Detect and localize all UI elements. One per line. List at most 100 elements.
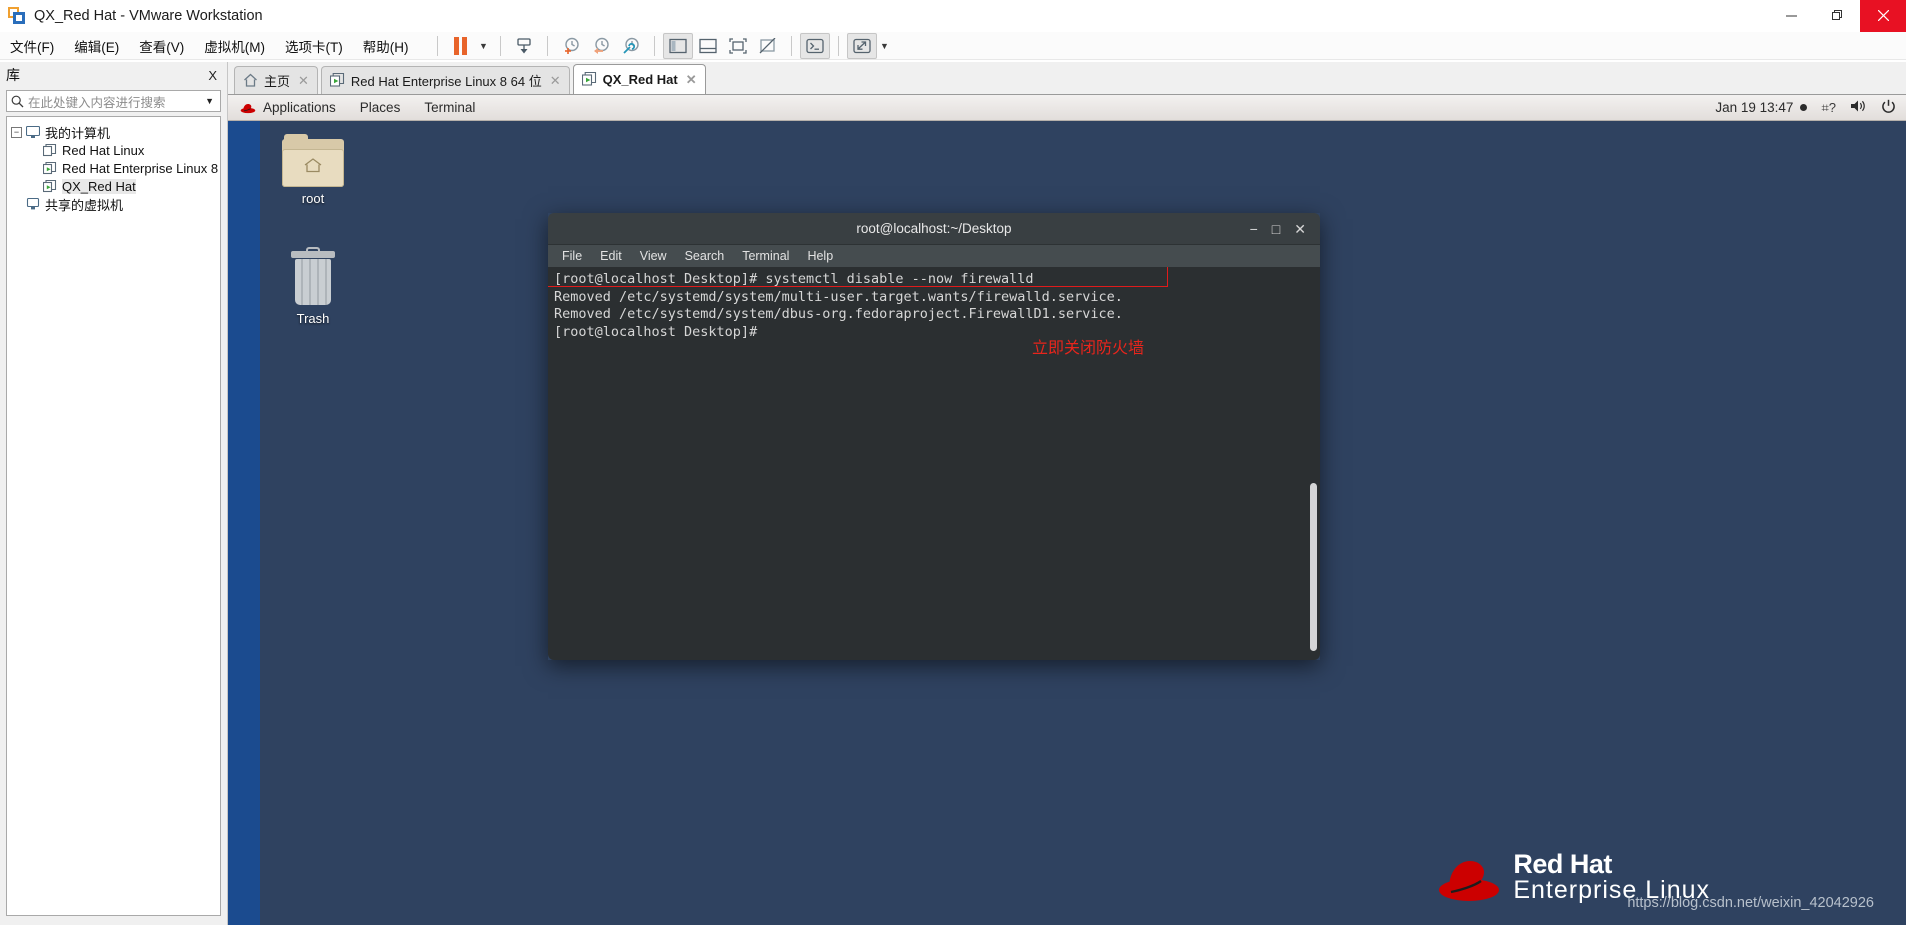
- library-search-box[interactable]: 在此处键入内容进行搜索 ▼: [6, 90, 221, 112]
- fullscreen-dropdown[interactable]: ▼: [877, 33, 893, 59]
- send-ctrl-alt-del-button[interactable]: [509, 33, 539, 59]
- terminal-titlebar[interactable]: root@localhost:~/Desktop − □ ✕: [548, 213, 1320, 245]
- terminal-scrollbar[interactable]: [1310, 483, 1317, 651]
- vm-stopped-icon: [43, 143, 58, 157]
- red-hat-logo-icon: [1437, 857, 1501, 903]
- menu-edit[interactable]: 编辑(E): [64, 33, 129, 59]
- tree-label: Red Hat Enterprise Linux 8: [62, 160, 219, 176]
- menu-vm[interactable]: 虚拟机(M): [194, 33, 275, 59]
- vmware-logo-icon: [8, 7, 25, 24]
- terminal-prompt-icon: [805, 38, 824, 53]
- menu-help[interactable]: 帮助(H): [353, 33, 419, 59]
- terminal-menu-view[interactable]: View: [640, 249, 667, 263]
- terminal-output[interactable]: [root@localhost Desktop]# systemctl disa…: [548, 267, 1320, 660]
- gnome-menu-label: Applications: [263, 100, 336, 115]
- input-method-icon[interactable]: ⌗?: [1821, 100, 1836, 116]
- restore-button[interactable]: [1814, 0, 1860, 32]
- blog-watermark: https://blog.csdn.net/weixin_42042926: [1627, 895, 1874, 911]
- terminal-close-button[interactable]: ✕: [1294, 222, 1306, 236]
- terminal-line: Removed /etc/systemd/system/dbus-org.fed…: [554, 306, 1123, 323]
- desktop-icon-trash[interactable]: Trash: [270, 247, 356, 326]
- window-titlebar: QX_Red Hat - VMware Workstation: [0, 0, 1906, 32]
- vm-console[interactable]: Applications Places Terminal Jan 19 13:4…: [228, 95, 1906, 925]
- gnome-terminal-menu[interactable]: Terminal: [412, 95, 487, 121]
- terminal-maximize-button[interactable]: □: [1272, 222, 1280, 236]
- unity-mode-button[interactable]: [799, 32, 830, 59]
- snapshot-manager-icon: [622, 37, 639, 54]
- tab-qx-red-hat[interactable]: QX_Red Hat ✕: [572, 64, 706, 94]
- show-console-view-button[interactable]: [723, 33, 753, 59]
- menu-view[interactable]: 查看(V): [129, 33, 194, 59]
- terminal-window[interactable]: root@localhost:~/Desktop − □ ✕ File Edit…: [548, 213, 1320, 660]
- library-panel: 库 X 在此处键入内容进行搜索 ▼ − 我的计算机 Red Hat Linux …: [0, 62, 228, 925]
- tab-close-icon[interactable]: ✕: [684, 72, 699, 88]
- desktop-surface[interactable]: root Trash root@localhost:~/Desktop − □ …: [260, 121, 1906, 925]
- desktop-left-stripe: [228, 121, 260, 925]
- snapshot-add-icon: [564, 37, 579, 54]
- take-snapshot-button[interactable]: [556, 33, 586, 59]
- snapshot-manager-button[interactable]: [616, 33, 646, 59]
- terminal-menu-search[interactable]: Search: [685, 249, 725, 263]
- expand-arrows-icon: [852, 38, 871, 53]
- tree-item-rhel8[interactable]: Red Hat Enterprise Linux 8: [11, 159, 219, 177]
- search-icon: [11, 95, 24, 107]
- tree-label: QX_Red Hat: [62, 178, 136, 194]
- tab-rhel8-64[interactable]: Red Hat Enterprise Linux 8 64 位 ✕: [320, 66, 570, 94]
- snapshot-revert-icon: [593, 37, 609, 54]
- toolbar-separator: [653, 35, 655, 56]
- gnome-menu-label: Places: [359, 100, 401, 115]
- panel-bottom-icon: [698, 38, 717, 53]
- tab-label: QX_Red Hat: [602, 72, 678, 87]
- close-button[interactable]: [1860, 0, 1906, 32]
- gnome-clock[interactable]: Jan 19 13:47: [1715, 100, 1808, 115]
- tab-home[interactable]: 主页 ✕: [234, 66, 318, 94]
- gnome-places-menu[interactable]: Places: [348, 95, 413, 121]
- pause-icon: [454, 36, 467, 55]
- vm-running-icon: [581, 72, 597, 87]
- tree-item-my-computer[interactable]: − 我的计算机: [11, 123, 216, 141]
- gnome-applications-menu[interactable]: Applications: [228, 95, 348, 121]
- terminal-menu-help[interactable]: Help: [807, 249, 833, 263]
- search-dropdown-icon[interactable]: ▼: [203, 96, 216, 106]
- minimize-button[interactable]: [1768, 0, 1814, 32]
- window-controls: [1768, 0, 1906, 32]
- terminal-menu-edit[interactable]: Edit: [600, 249, 622, 263]
- tree-item-qx-red-hat[interactable]: QX_Red Hat: [11, 177, 216, 195]
- notification-dot-icon: [1800, 104, 1808, 111]
- tree-expander-icon[interactable]: −: [11, 126, 22, 138]
- menu-tabs[interactable]: 选项卡(T): [275, 33, 353, 59]
- library-close-button[interactable]: X: [204, 68, 221, 83]
- terminal-menu-terminal[interactable]: Terminal: [742, 249, 789, 263]
- computer-icon: [26, 125, 41, 139]
- desktop-icon-root[interactable]: root: [270, 134, 356, 206]
- hide-console-view-button[interactable]: [753, 33, 783, 59]
- fullscreen-box-icon: [728, 37, 747, 54]
- clock-label: Jan 19 13:47: [1715, 100, 1794, 115]
- gnome-desktop[interactable]: root Trash root@localhost:~/Desktop − □ …: [228, 121, 1906, 925]
- gnome-status-area: Jan 19 13:47 ⌗?: [1715, 99, 1906, 117]
- terminal-menu-file[interactable]: File: [562, 249, 582, 263]
- menubar: 文件(F) 编辑(E) 查看(V) 虚拟机(M) 选项卡(T) 帮助(H) ▼: [0, 32, 1906, 60]
- home-folder-icon: [282, 134, 344, 187]
- tab-close-icon[interactable]: ✕: [548, 73, 563, 89]
- tab-strip: 主页 ✕ Red Hat Enterprise Linux 8 64 位 ✕ Q…: [228, 62, 1906, 95]
- annotation-text: 立即关闭防火墙: [1032, 338, 1145, 357]
- tab-close-icon[interactable]: ✕: [296, 73, 311, 89]
- revert-snapshot-button[interactable]: [586, 33, 616, 59]
- show-library-button[interactable]: [662, 32, 693, 59]
- library-header: 库 X: [0, 62, 227, 88]
- terminal-title: root@localhost:~/Desktop: [856, 221, 1012, 236]
- suspend-button[interactable]: [446, 33, 476, 59]
- terminal-line-prompt: [root@localhost Desktop]#: [554, 323, 758, 340]
- fullscreen-button[interactable]: [846, 32, 877, 59]
- show-thumbnails-button[interactable]: [693, 33, 723, 59]
- library-search-input[interactable]: 在此处键入内容进行搜索: [28, 92, 203, 111]
- menu-file[interactable]: 文件(F): [0, 33, 64, 59]
- power-dropdown[interactable]: ▼: [476, 33, 492, 59]
- power-icon[interactable]: [1881, 99, 1896, 117]
- tree-item-red-hat-linux[interactable]: Red Hat Linux: [11, 141, 216, 159]
- terminal-line-command: [root@localhost Desktop]# systemctl disa…: [554, 271, 1034, 287]
- terminal-minimize-button[interactable]: −: [1250, 222, 1258, 236]
- tree-item-shared-vms[interactable]: 共享的虚拟机: [11, 195, 216, 213]
- volume-icon[interactable]: [1850, 99, 1867, 116]
